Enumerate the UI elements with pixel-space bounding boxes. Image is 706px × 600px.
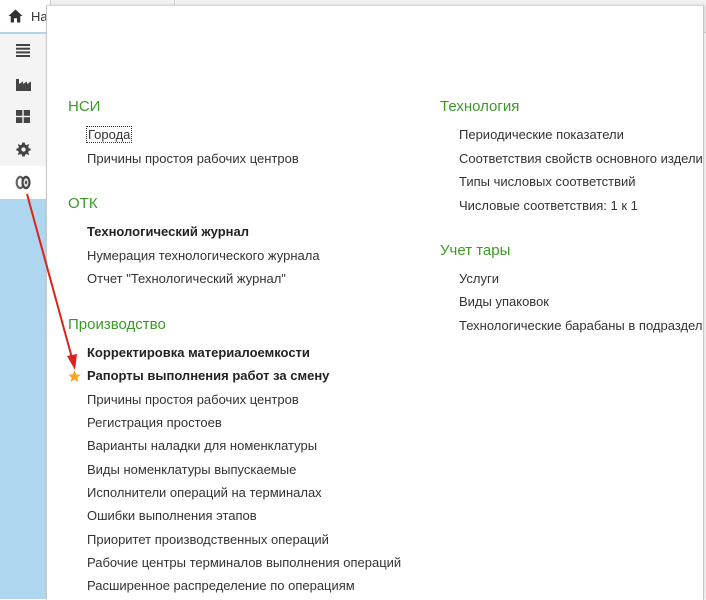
link-downtime-reasons-2[interactable]: Причины простоя рабочих центров bbox=[87, 392, 299, 407]
link-periodic-indicators[interactable]: Периодические показатели bbox=[459, 127, 624, 142]
link-material-correction[interactable]: Корректировка материалоемкости bbox=[87, 345, 310, 360]
home-icon bbox=[8, 9, 23, 23]
section-panel: НСИ Города Причины простоя рабочих центр… bbox=[46, 5, 704, 600]
link-terminal-work-centers[interactable]: Рабочие центры терминалов выполнения опе… bbox=[87, 555, 401, 570]
link-downtime-registration[interactable]: Регистрация простоев bbox=[87, 415, 222, 430]
link-shift-reports[interactable]: Рапорты выполнения работ за смену bbox=[87, 368, 329, 383]
star-icon[interactable] bbox=[68, 370, 81, 383]
section-title-nsi: НСИ bbox=[68, 98, 101, 115]
tab-home[interactable]: На bbox=[0, 0, 51, 32]
link-numeric-types[interactable]: Типы числовых соответствий bbox=[459, 174, 636, 189]
link-extended-distribution[interactable]: Расширенное распределение по операциям bbox=[87, 578, 355, 593]
section-title-technology: Технология bbox=[440, 98, 520, 115]
section-sidebar bbox=[0, 32, 46, 599]
sidebar-item-production[interactable] bbox=[0, 67, 46, 100]
link-setup-variants[interactable]: Варианты наладки для номенклатуры bbox=[87, 438, 317, 453]
link-nomenclature-types[interactable]: Виды номенклатуры выпускаемые bbox=[87, 462, 296, 477]
section-title-tare: Учет тары bbox=[440, 242, 511, 259]
factory-icon bbox=[15, 78, 31, 91]
link-stage-errors[interactable]: Ошибки выполнения этапов bbox=[87, 508, 257, 523]
sidebar-item-equipment[interactable] bbox=[0, 166, 46, 199]
grid-icon bbox=[16, 110, 30, 123]
link-numeric-one-to-one[interactable]: Числовые соответствия: 1 к 1 bbox=[459, 198, 638, 213]
link-package-types[interactable]: Виды упаковок bbox=[459, 294, 549, 309]
link-downtime-reasons[interactable]: Причины простоя рабочих центров bbox=[87, 151, 299, 166]
sidebar-item-dashboard[interactable] bbox=[0, 100, 46, 133]
sidebar-item-settings[interactable] bbox=[0, 133, 46, 166]
reels-icon bbox=[15, 175, 31, 190]
gear-icon bbox=[15, 142, 31, 157]
section-title-otk: ОТК bbox=[68, 195, 98, 212]
sidebar-item-main-menu[interactable] bbox=[0, 34, 46, 67]
link-tech-journal-numbering[interactable]: Нумерация технологического журнала bbox=[87, 248, 320, 263]
link-services[interactable]: Услуги bbox=[459, 271, 499, 286]
link-tech-journal-report[interactable]: Отчет "Технологический журнал" bbox=[87, 271, 286, 286]
link-tech-journal[interactable]: Технологический журнал bbox=[87, 224, 249, 239]
list-icon bbox=[16, 44, 30, 57]
link-terminal-operators[interactable]: Исполнители операций на терминалах bbox=[87, 485, 322, 500]
section-title-production: Производство bbox=[68, 316, 166, 333]
link-cities[interactable]: Города bbox=[85, 126, 133, 143]
link-tech-drums[interactable]: Технологические барабаны в подразделе bbox=[459, 318, 703, 333]
link-property-correspondence[interactable]: Соответствия свойств основного издели bbox=[459, 151, 703, 166]
link-operation-priority[interactable]: Приоритет производственных операций bbox=[87, 532, 329, 547]
